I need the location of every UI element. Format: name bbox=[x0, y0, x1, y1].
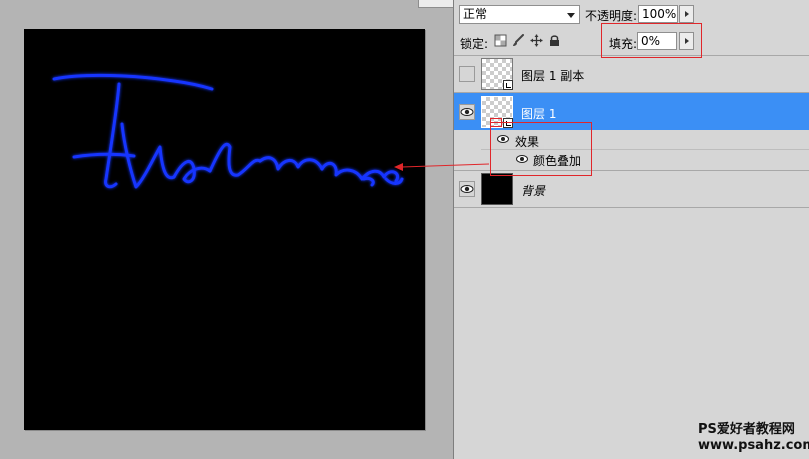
blend-mode-value: 正常 bbox=[463, 7, 488, 21]
chevron-down-icon bbox=[567, 13, 575, 18]
watermark-line2: www.psahz.com bbox=[698, 438, 809, 453]
tab-stub-mark: ˅ bbox=[428, 0, 432, 5]
thumbnail-highlight-box bbox=[490, 118, 502, 127]
layer-name[interactable]: 背景 bbox=[521, 182, 545, 199]
eye-icon[interactable] bbox=[459, 104, 475, 120]
lock-label: 锁定: bbox=[460, 37, 489, 51]
layer-name[interactable]: 图层 1 副本 bbox=[521, 67, 584, 84]
watermark-line1: PS爱好者教程网 bbox=[698, 422, 795, 437]
opacity-input[interactable]: 100% bbox=[638, 5, 678, 23]
signature-strokes bbox=[52, 73, 404, 189]
document-tab-stub[interactable]: ˅ bbox=[418, 0, 454, 8]
fill-highlight-box bbox=[601, 23, 702, 58]
move-lock-icon[interactable] bbox=[530, 34, 543, 47]
opacity-slider-button[interactable] bbox=[679, 5, 694, 23]
layer-name[interactable]: 图层 1 bbox=[521, 105, 556, 122]
layers-panel: 正常 不透明度: 100% 锁定: 填充: 0% 图层 1 副本 图层 1 效果… bbox=[453, 0, 809, 459]
eye-icon[interactable] bbox=[459, 181, 475, 197]
watermark: PS爱好者教程网 www.psahz.com bbox=[698, 422, 809, 454]
smart-object-icon bbox=[503, 80, 513, 90]
layer-thumbnail bbox=[481, 58, 513, 90]
effects-highlight-box bbox=[490, 122, 592, 176]
brush-lock-icon[interactable] bbox=[512, 34, 525, 47]
signature-artwork bbox=[52, 73, 404, 189]
blend-mode-select[interactable]: 正常 bbox=[459, 5, 580, 24]
document-workspace: ˅ bbox=[0, 0, 454, 459]
layer-row-copy[interactable]: 图层 1 副本 bbox=[454, 55, 809, 92]
transparency-lock-icon[interactable] bbox=[494, 34, 507, 47]
opacity-label: 不透明度: bbox=[585, 9, 638, 23]
document-canvas[interactable] bbox=[24, 29, 425, 430]
opacity-value: 100% bbox=[642, 7, 677, 21]
padlock-icon[interactable] bbox=[548, 34, 561, 47]
visibility-toggle-hidden[interactable] bbox=[459, 66, 475, 82]
layer-thumbnail bbox=[481, 173, 513, 205]
